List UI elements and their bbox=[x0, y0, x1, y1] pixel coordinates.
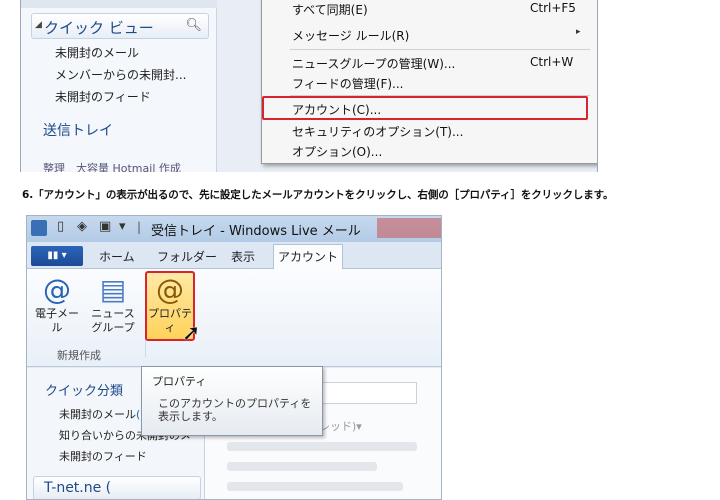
newsgroup-label-line2: グループ bbox=[91, 321, 135, 334]
quick-view-title[interactable]: クイック分類 bbox=[45, 380, 123, 399]
window-title: 受信トレイ - Windows Live メール bbox=[151, 224, 361, 239]
search-icon[interactable]: 🔍︎ bbox=[185, 18, 202, 33]
properties-at-icon: @ bbox=[156, 273, 184, 306]
file-menu-button[interactable]: ▮▮ ▾ bbox=[31, 246, 83, 266]
tooltip-title: プロパティ bbox=[152, 375, 207, 388]
blurred-message-row[interactable] bbox=[227, 482, 403, 491]
new-document-icon[interactable]: ▯ bbox=[57, 219, 64, 234]
tab-home[interactable]: ホーム bbox=[99, 248, 135, 265]
collapse-triangle-icon[interactable]: ◢ bbox=[35, 20, 42, 30]
new-email-label: 電子メール bbox=[35, 307, 79, 334]
quick-view-header[interactable]: ◢ クイック ビュー 🔍︎ bbox=[31, 13, 209, 39]
app-icon bbox=[31, 220, 47, 236]
window-controls[interactable] bbox=[377, 218, 441, 238]
menu-item-security-options[interactable]: セキュリティのオプション(T)... bbox=[292, 123, 463, 140]
menu-shortcut-manage-newsgroups: Ctrl+W bbox=[530, 55, 574, 69]
submenu-arrow-icon: ▸ bbox=[576, 27, 581, 37]
ribbon: @ 電子メール ▤ ニュース グループ @ プロパティ 新規作成 ➚ bbox=[27, 269, 441, 367]
menu-item-manage-feeds[interactable]: フィードの管理(F)... bbox=[292, 75, 403, 92]
folder-pane: ◢ クイック ビュー 🔍︎ 未開封のメール メンバーからの未開封... 未開封の… bbox=[21, 0, 217, 172]
quick-view-title: クイック ビュー bbox=[44, 19, 154, 37]
quick-view-item-unread-from-contacts[interactable]: メンバーからの未開封... bbox=[55, 66, 186, 83]
new-email-button[interactable]: @ 電子メール bbox=[33, 273, 81, 335]
quick-view-item-label: 未開封のメール bbox=[59, 408, 136, 421]
sent-folder[interactable]: 送信トレイ bbox=[43, 120, 113, 140]
menu-item-message-rules[interactable]: メッセージ ルール(R) bbox=[292, 27, 409, 44]
email-at-icon: @ bbox=[43, 273, 71, 306]
menu-item-manage-newsgroups[interactable]: ニュースグループの管理(W)... bbox=[292, 55, 455, 72]
properties-tooltip: プロパティ このアカウントのプロパティを表示します。 bbox=[141, 366, 323, 436]
quick-view-item-unread-feeds[interactable]: 未開封のフィード bbox=[55, 88, 151, 105]
menu-item-options[interactable]: オプション(O)... bbox=[292, 143, 382, 160]
ribbon-group-label-new: 新規作成 bbox=[57, 349, 101, 362]
mouse-cursor-icon: ➚ bbox=[182, 321, 201, 346]
instruction-text: 6.「アカウント」の表示が出るので、先に設定したメールアカウントをクリックし、右… bbox=[22, 189, 614, 201]
window-titlebar: ▯ ◈ ▣ ▾ | 受信トレイ - Windows Live メール bbox=[27, 216, 441, 242]
save-icon[interactable]: ▣ bbox=[99, 219, 111, 234]
newsgroup-label-line1: ニュース bbox=[91, 307, 135, 320]
send-receive-icon[interactable]: ◈ bbox=[77, 219, 87, 234]
quick-view-item-unread-mail[interactable]: 未開封のメール(6 bbox=[59, 406, 147, 422]
accounts-highlight-box bbox=[262, 96, 588, 120]
quick-view-item-unread-feeds[interactable]: 未開封のフィード bbox=[59, 448, 147, 464]
bottom-screenshot: ▯ ◈ ▣ ▾ | 受信トレイ - Windows Live メール ▮▮ ▾ … bbox=[26, 215, 442, 500]
menu-item-sync-all[interactable]: すべて同期(E) bbox=[292, 1, 368, 18]
top-screenshot: ◢ クイック ビュー 🔍︎ 未開封のメール メンバーからの未開封... 未開封の… bbox=[20, 0, 598, 172]
newsgroup-icon: ▤ bbox=[99, 273, 127, 306]
qat-dropdown-icon[interactable]: ▾ bbox=[119, 219, 126, 234]
ribbon-tab-bar: ▮▮ ▾ ホーム フォルダー 表示 アカウント bbox=[27, 242, 441, 270]
tools-menu: すべて同期(E) Ctrl+F5 メッセージ ルール(R) ▸ ニュースグループ… bbox=[261, 0, 597, 164]
blurred-message-row[interactable] bbox=[227, 442, 417, 451]
account-header[interactable]: T-net.ne ( bbox=[33, 476, 201, 499]
blurred-message-row[interactable] bbox=[227, 462, 377, 471]
tab-view[interactable]: 表示 bbox=[231, 248, 255, 265]
tab-folder[interactable]: フォルダー bbox=[157, 248, 217, 265]
menu-shortcut-sync-all: Ctrl+F5 bbox=[530, 1, 576, 15]
cut-off-line: 整理 大容量 Hotmail 作成 bbox=[43, 162, 181, 172]
tooltip-body: このアカウントのプロパティを表示します。 bbox=[158, 397, 312, 423]
quick-view-item-unread-mail[interactable]: 未開封のメール bbox=[55, 44, 139, 61]
pane-top-strip bbox=[21, 0, 217, 8]
menu-separator bbox=[290, 49, 590, 50]
titlebar-separator: | bbox=[137, 220, 142, 234]
tab-account[interactable]: アカウント bbox=[273, 244, 343, 270]
newsgroup-button[interactable]: ▤ ニュース グループ bbox=[89, 273, 137, 335]
